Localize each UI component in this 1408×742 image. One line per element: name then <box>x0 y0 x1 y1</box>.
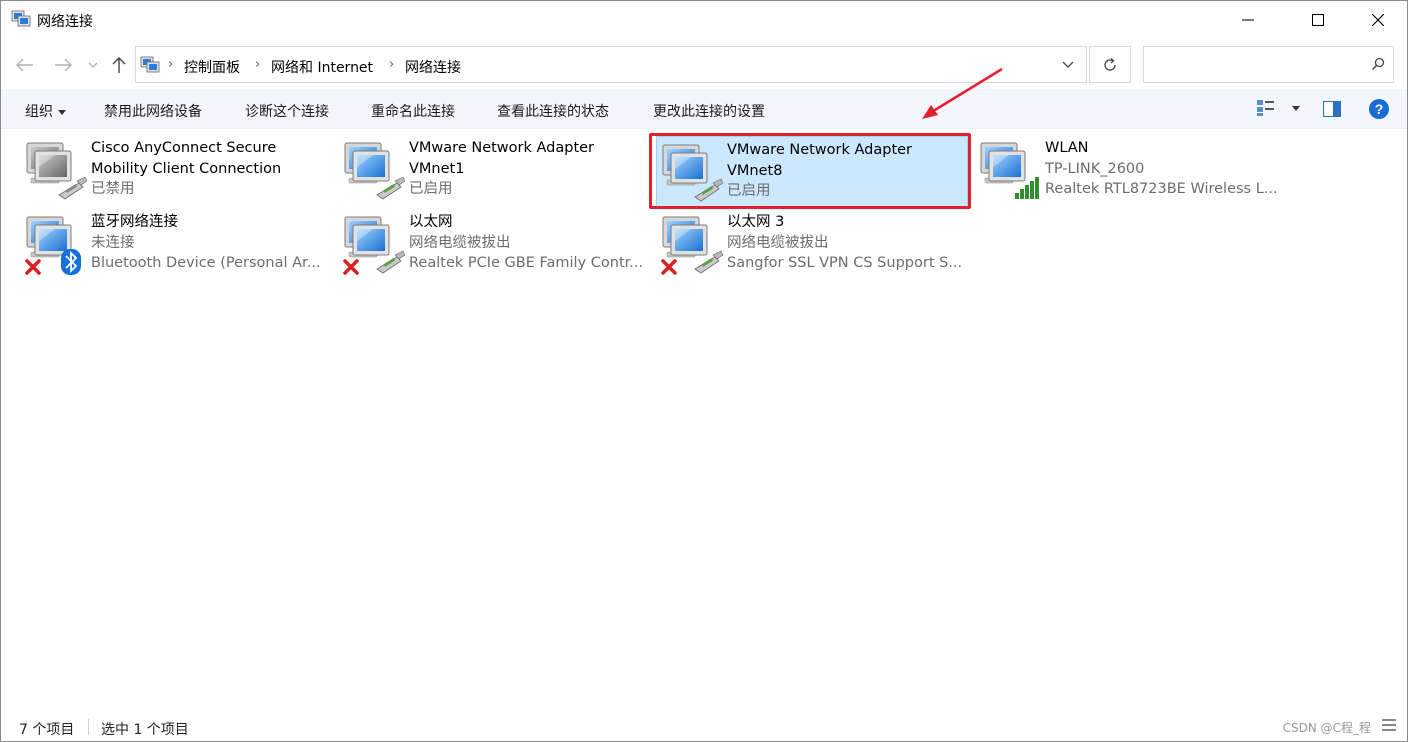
connection-status: 已禁用 <box>91 181 135 197</box>
connection-status: 网络电缆被拔出 <box>727 234 829 251</box>
chevron-down-icon[interactable] <box>1060 58 1076 72</box>
forward-button[interactable] <box>51 53 75 77</box>
breadcrumb-network-connections[interactable]: 网络连接 <box>405 57 461 77</box>
ethernet-disabled-icon <box>26 142 87 200</box>
change-settings-button[interactable]: 更改此连接的设置 <box>653 101 765 121</box>
refresh-icon <box>1104 57 1116 71</box>
network-connections-window: 网络连接 › 控制面板 › 网络和 Internet › 网络连接 组织 禁用此… <box>0 0 1408 742</box>
address-row: › 控制面板 › 网络和 Internet › 网络连接 <box>1 41 1407 87</box>
watermark: CSDN @C程_程 <box>1282 721 1371 735</box>
view-status-button[interactable]: 查看此连接的状态 <box>497 101 609 121</box>
connection-name: 以太网 <box>409 214 453 230</box>
connection-item-cisco[interactable]: Cisco AnyConnect Secure Mobility Client … <box>21 135 333 207</box>
item-count: 7 个项目 <box>19 722 75 738</box>
breadcrumb-separator[interactable]: › <box>255 57 260 72</box>
diagnose-button[interactable]: 诊断这个连接 <box>245 101 329 121</box>
arrow-up-icon <box>112 57 126 73</box>
selected-count: 选中 1 个项目 <box>101 722 189 738</box>
connection-name: 以太网 3 <box>727 214 785 230</box>
connection-name: VMware Network Adapter VMnet8 <box>727 142 913 179</box>
status-divider <box>88 719 89 735</box>
connection-item-wlan[interactable]: WLAN TP-LINK_2600 Realtek RTL8723BE Wire… <box>975 135 1287 207</box>
breadcrumb-network-internet[interactable]: 网络和 Internet <box>271 57 373 77</box>
maximize-icon <box>1312 14 1324 26</box>
connection-status: 已启用 <box>409 181 453 197</box>
recent-locations-button[interactable] <box>83 53 103 77</box>
window-title: 网络连接 <box>37 14 93 30</box>
connection-item-ethernet[interactable]: 以太网 网络电缆被拔出 Realtek PCIe GBE Family Cont… <box>339 209 651 281</box>
connection-status: TP-LINK_2600 <box>1045 160 1145 177</box>
ethernet-icon <box>662 144 723 202</box>
chevron-down-icon <box>88 62 98 68</box>
connection-item-bluetooth[interactable]: 蓝牙网络连接 未连接 Bluetooth Device (Personal Ar… <box>21 209 333 281</box>
caret-down-icon <box>58 109 66 115</box>
rename-button[interactable]: 重命名此连接 <box>371 101 455 121</box>
command-bar: 组织 禁用此网络设备 诊断这个连接 重命名此连接 查看此连接的状态 更改此连接的… <box>1 89 1407 129</box>
close-button[interactable] <box>1355 1 1401 39</box>
connections-list: Cisco AnyConnect Secure Mobility Client … <box>1 129 1407 709</box>
preview-pane-icon[interactable] <box>1323 101 1341 117</box>
network-folder-icon <box>11 10 31 27</box>
breadcrumb-separator[interactable]: › <box>168 57 173 72</box>
arrow-left-icon <box>16 58 33 72</box>
connection-name: 蓝牙网络连接 <box>91 214 178 230</box>
address-bar[interactable]: › 控制面板 › 网络和 Internet › 网络连接 <box>135 46 1087 83</box>
title-bar[interactable]: 网络连接 <box>1 1 1407 39</box>
connection-device: Realtek RTL8723BE Wireless L... <box>1045 181 1278 197</box>
bluetooth-icon <box>25 216 81 275</box>
connection-device: Bluetooth Device (Personal Ar... <box>91 255 321 271</box>
up-button[interactable] <box>107 53 131 77</box>
connection-device: Sangfor SSL VPN CS Support S... <box>727 255 963 271</box>
minimize-button[interactable] <box>1225 1 1271 39</box>
ethernet-icon <box>344 142 405 200</box>
maximize-button[interactable] <box>1295 1 1341 39</box>
network-folder-icon <box>140 56 160 73</box>
breadcrumb-separator[interactable]: › <box>389 57 394 72</box>
back-button[interactable] <box>13 53 37 77</box>
connection-name: WLAN <box>1045 140 1089 156</box>
connection-status: 未连接 <box>91 234 135 251</box>
search-icon <box>1371 57 1385 71</box>
organize-label: 组织 <box>25 104 53 120</box>
connection-status: 网络电缆被拔出 <box>409 234 511 251</box>
connection-name: VMware Network Adapter VMnet1 <box>409 140 595 177</box>
connection-item-ethernet-3[interactable]: 以太网 3 网络电缆被拔出 Sangfor SSL VPN CS Support… <box>657 209 969 281</box>
close-icon <box>1372 14 1384 26</box>
ethernet-unplugged-icon <box>661 216 723 275</box>
organize-menu[interactable]: 组织 <box>25 101 66 121</box>
ethernet-unplugged-icon <box>343 216 405 275</box>
minimize-icon <box>1242 19 1254 21</box>
connection-item-vmnet8[interactable]: VMware Network Adapter VMnet8 已启用 <box>656 136 968 208</box>
help-icon[interactable]: ? <box>1368 98 1390 120</box>
arrow-right-icon <box>55 58 72 72</box>
wifi-signal-icon <box>980 142 1039 199</box>
connection-item-vmnet1[interactable]: VMware Network Adapter VMnet1 已启用 <box>339 135 651 207</box>
view-options-icon[interactable] <box>1256 99 1276 117</box>
connection-device: Realtek PCIe GBE Family Contr... <box>409 255 644 271</box>
search-input[interactable] <box>1143 46 1394 83</box>
breadcrumb-control-panel[interactable]: 控制面板 <box>184 57 240 77</box>
details-view-icon[interactable] <box>1381 717 1397 733</box>
svg-text:?: ? <box>1375 101 1384 117</box>
status-bar: 7 个项目 选中 1 个项目 CSDN @C程_程 <box>1 711 1407 741</box>
connection-name: Cisco AnyConnect Secure Mobility Client … <box>91 140 282 177</box>
refresh-button[interactable] <box>1089 46 1131 83</box>
connection-status: 已启用 <box>727 183 771 199</box>
disable-device-button[interactable]: 禁用此网络设备 <box>104 101 202 121</box>
view-options-dropdown-icon[interactable] <box>1292 106 1300 111</box>
